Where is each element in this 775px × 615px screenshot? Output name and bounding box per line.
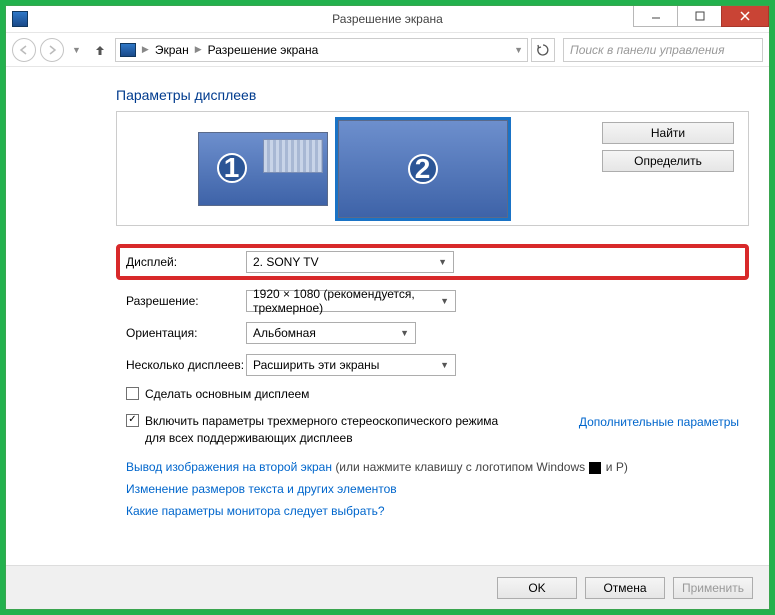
stereo-checkbox[interactable]: ✓	[126, 414, 139, 427]
resolution-select[interactable]: 1920 × 1080 (рекомендуется, трехмерное) …	[246, 290, 456, 312]
section-title: Параметры дисплеев	[116, 87, 749, 103]
display-side-controls: Найти Определить	[588, 112, 748, 225]
window: Разрешение экрана ▼ ▶ Экран ▶	[5, 5, 770, 610]
make-primary-label: Сделать основным дисплеем	[145, 386, 309, 403]
history-dropdown[interactable]: ▼	[68, 45, 85, 55]
monitor-2-badge: 2	[408, 154, 438, 184]
resolution-row: Разрешение: 1920 × 1080 (рекомендуется, …	[116, 290, 749, 312]
multiple-displays-label: Несколько дисплеев:	[126, 358, 246, 372]
chevron-down-icon[interactable]: ▼	[514, 45, 523, 55]
monitor-1[interactable]: 1	[198, 132, 328, 206]
minimize-icon	[651, 11, 661, 21]
control-panel-icon	[120, 43, 136, 57]
resolution-value: 1920 × 1080 (рекомендуется, трехмерное)	[253, 287, 440, 315]
maximize-icon	[695, 11, 705, 21]
chevron-down-icon: ▼	[440, 296, 449, 306]
make-primary-row: Сделать основным дисплеем	[116, 386, 749, 403]
multiple-displays-value: Расширить эти экраны	[253, 358, 379, 372]
chevron-down-icon: ▼	[438, 257, 447, 267]
display-label: Дисплей:	[126, 255, 246, 269]
advanced-settings-link[interactable]: Дополнительные параметры	[579, 413, 739, 429]
multiple-displays-select[interactable]: Расширить эти экраны ▼	[246, 354, 456, 376]
titlebar: Разрешение экрана	[6, 6, 769, 33]
arrow-up-icon	[93, 43, 107, 57]
project-link-line: Вывод изображения на второй экран (или н…	[116, 456, 749, 478]
monitor-1-badge: 1	[217, 153, 247, 183]
close-button[interactable]	[721, 6, 769, 27]
stereo-label: Включить параметры трехмерного стереоско…	[145, 413, 505, 447]
apply-button[interactable]: Применить	[673, 577, 753, 599]
search-placeholder: Поиск в панели управления	[570, 43, 725, 57]
chevron-down-icon: ▼	[400, 328, 409, 338]
refresh-icon	[536, 43, 550, 57]
orientation-row: Ориентация: Альбомная ▼	[116, 322, 749, 344]
close-icon	[740, 11, 750, 21]
app-icon	[12, 11, 28, 27]
chevron-down-icon: ▼	[440, 360, 449, 370]
highlighted-display-row: Дисплей: 2. SONY TV ▼	[116, 244, 749, 280]
monitor-deco	[263, 139, 323, 173]
display-preview[interactable]: 1 2	[117, 112, 588, 225]
resolution-label: Разрешение:	[126, 294, 246, 308]
make-primary-checkbox[interactable]	[126, 387, 139, 400]
cancel-button[interactable]: Отмена	[585, 577, 665, 599]
project-hint-tail: и P)	[606, 460, 628, 474]
multiple-displays-row: Несколько дисплеев: Расширить эти экраны…	[116, 354, 749, 376]
search-input[interactable]: Поиск в панели управления	[563, 38, 763, 62]
back-button[interactable]	[12, 38, 36, 62]
identify-button[interactable]: Определить	[602, 150, 734, 172]
window-title: Разрешение экрана	[332, 12, 443, 26]
orientation-label: Ориентация:	[126, 326, 246, 340]
arrow-left-icon	[18, 44, 30, 56]
orientation-select[interactable]: Альбомная ▼	[246, 322, 416, 344]
forward-button[interactable]	[40, 38, 64, 62]
display-select[interactable]: 2. SONY TV ▼	[246, 251, 454, 273]
footer: OK Отмена Применить	[6, 565, 769, 609]
project-hint-prefix: (или нажмите клавишу с логотипом Windows	[335, 460, 588, 474]
breadcrumb-item-2[interactable]: Разрешение экрана	[208, 43, 319, 57]
breadcrumb-item-1[interactable]: Экран	[155, 43, 189, 57]
nav-bar: ▼ ▶ Экран ▶ Разрешение экрана ▼ Поиск в …	[6, 33, 769, 67]
chevron-right-icon: ▶	[142, 44, 149, 55]
maximize-button[interactable]	[677, 6, 722, 27]
which-monitor-link[interactable]: Какие параметры монитора следует выбрать…	[126, 504, 385, 518]
which-monitor-link-line: Какие параметры монитора следует выбрать…	[116, 500, 749, 522]
window-controls	[634, 6, 769, 27]
text-size-link[interactable]: Изменение размеров текста и других элеме…	[126, 482, 397, 496]
breadcrumb-bar[interactable]: ▶ Экран ▶ Разрешение экрана ▼	[115, 38, 528, 62]
display-arrange-panel: 1 2 Найти Определить	[116, 111, 749, 226]
find-button[interactable]: Найти	[602, 122, 734, 144]
ok-button[interactable]: OK	[497, 577, 577, 599]
display-value: 2. SONY TV	[253, 255, 319, 269]
monitor-2[interactable]: 2	[338, 120, 508, 218]
text-size-link-line: Изменение размеров текста и других элеме…	[116, 478, 749, 500]
content-area: Параметры дисплеев 1 2 Найти Определить	[6, 67, 769, 565]
windows-logo-icon	[589, 462, 601, 474]
project-second-screen-link[interactable]: Вывод изображения на второй экран	[126, 460, 332, 474]
arrow-right-icon	[46, 44, 58, 56]
orientation-value: Альбомная	[253, 326, 316, 340]
stereo-row: ✓ Включить параметры трехмерного стереос…	[116, 413, 749, 447]
chevron-right-icon: ▶	[195, 44, 202, 55]
refresh-button[interactable]	[531, 38, 555, 62]
minimize-button[interactable]	[633, 6, 678, 27]
up-button[interactable]	[89, 39, 111, 61]
